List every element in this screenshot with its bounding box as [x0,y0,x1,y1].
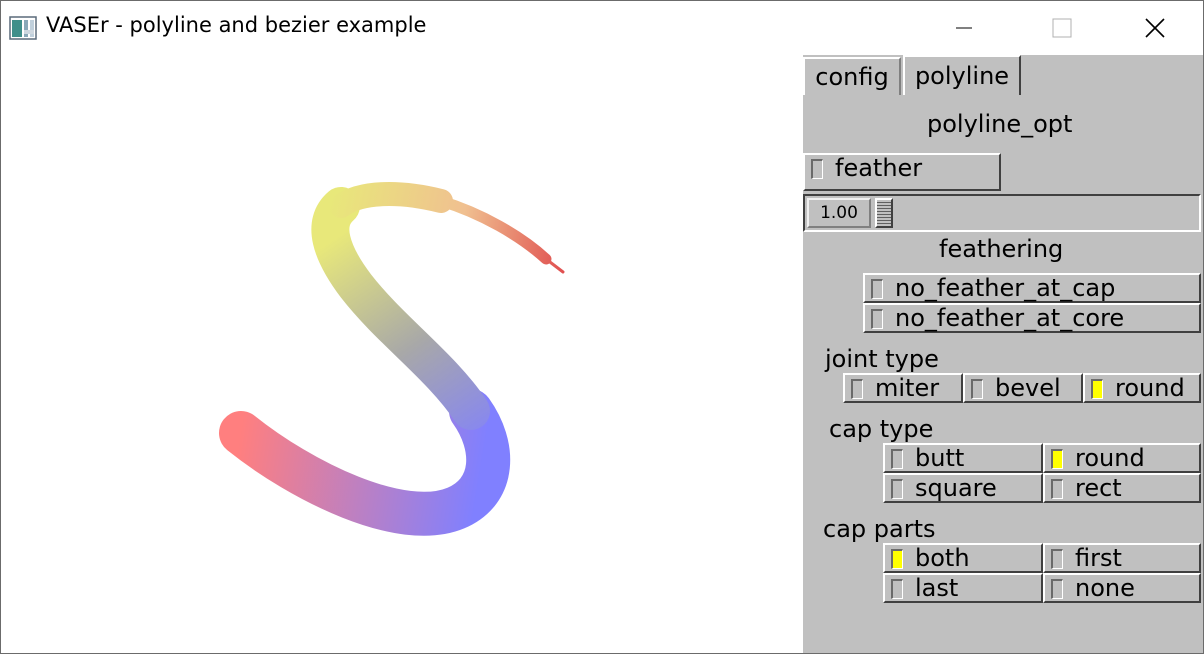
options-panel: config polyline polyline_opt feather 1.0… [803,55,1203,653]
joint-bevel-checkbox [971,379,983,399]
feather-toggle[interactable]: feather [803,153,1001,191]
cap-square-label: square [915,474,997,502]
joint-miter-checkbox [851,379,863,399]
cap-rect-checkbox [1051,479,1063,499]
slider-value: 1.00 [807,198,871,228]
cap-parts-none-label: none [1075,574,1135,602]
cap-parts-heading: cap parts [823,515,936,543]
no-feather-at-core-label: no_feather_at_core [895,304,1125,332]
joint-type-heading: joint type [825,345,939,373]
cap-parts-last-checkbox [891,579,903,599]
cap-parts-both-option[interactable]: both [883,543,1043,573]
drawing-canvas[interactable] [1,55,803,653]
stroke-segment-lower [219,389,511,536]
slider-thumb[interactable] [875,198,893,228]
cap-butt-label: butt [915,444,965,472]
joint-miter-option[interactable]: miter [843,373,963,403]
app-window: VASEr - polyline and bezier example conf… [0,0,1204,654]
tab-polyline[interactable]: polyline [903,55,1021,95]
joint-round-label: round [1115,374,1185,402]
joint-bevel-option[interactable]: bevel [963,373,1083,403]
cap-parts-both-checkbox [891,549,903,569]
cap-square-checkbox [891,479,903,499]
no-feather-at-core-checkbox [871,309,883,329]
feathering-heading: feathering [939,235,1064,263]
cap-parts-last-option[interactable]: last [883,573,1043,603]
feather-checkbox [811,159,823,179]
tab-config[interactable]: config [803,57,901,95]
no-feather-at-cap-checkbox [871,279,883,299]
cap-round-option[interactable]: round [1043,443,1201,473]
cap-type-heading: cap type [829,415,934,443]
maximize-button[interactable] [1039,1,1085,55]
app-window-icon [9,16,37,40]
feather-slider[interactable]: 1.00 [803,194,1201,232]
joint-bevel-label: bevel [995,374,1061,402]
cap-parts-first-option[interactable]: first [1043,543,1201,573]
joint-round-checkbox [1091,379,1103,399]
cap-parts-both-label: both [915,544,970,572]
cap-square-option[interactable]: square [883,473,1043,503]
cap-parts-none-checkbox [1051,579,1063,599]
close-icon [1145,18,1165,38]
no-feather-at-cap-label: no_feather_at_cap [895,274,1116,302]
joint-miter-label: miter [875,374,940,402]
stroke-segment-tip [544,257,565,274]
stroke-segment-upper-1 [329,182,453,218]
option-no-feather-at-cap[interactable]: no_feather_at_cap [863,273,1201,303]
cap-parts-first-label: first [1075,544,1122,572]
polyline-stroke [219,182,565,536]
cap-butt-option[interactable]: butt [883,443,1043,473]
cap-round-checkbox [1051,449,1063,469]
stroke-segment-middle [311,187,490,430]
cap-round-label: round [1075,444,1145,472]
window-title: VASEr - polyline and bezier example [46,13,427,37]
option-no-feather-at-core[interactable]: no_feather_at_core [863,303,1201,333]
cap-rect-option[interactable]: rect [1043,473,1201,503]
feather-label: feather [835,154,923,182]
cap-parts-first-checkbox [1051,549,1063,569]
cap-butt-checkbox [891,449,903,469]
joint-round-option[interactable]: round [1083,373,1201,403]
cap-rect-label: rect [1075,474,1122,502]
stroke-segment-upper-2 [435,195,552,265]
title-bar[interactable]: VASEr - polyline and bezier example [1,1,1203,55]
minimize-icon [956,27,972,29]
maximize-icon [1052,18,1072,38]
cap-parts-last-label: last [915,574,959,602]
cap-parts-none-option[interactable]: none [1043,573,1201,603]
panel-heading: polyline_opt [927,110,1073,138]
close-button[interactable] [1132,1,1178,55]
minimize-button[interactable] [941,1,987,55]
